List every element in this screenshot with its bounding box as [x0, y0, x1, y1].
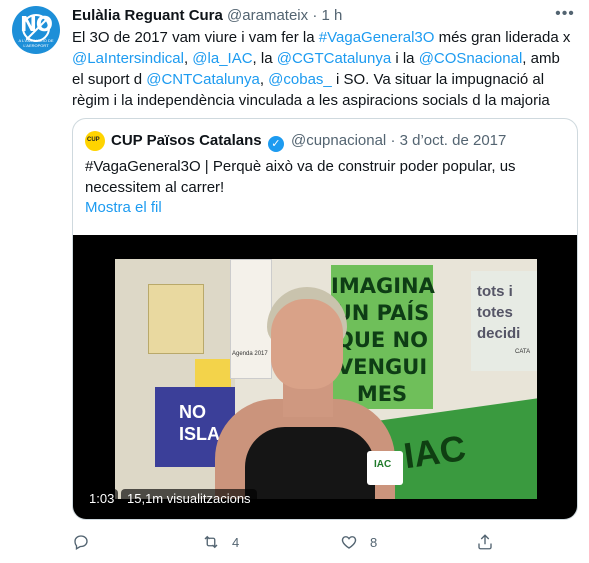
right-sign-small-text: CATA	[515, 349, 531, 355]
iac-banner-text: IAC	[401, 427, 469, 477]
tweet-link[interactable]: @CGTCatalunya	[277, 50, 391, 67]
wall-calendar	[230, 259, 272, 379]
quoted-tweet-text: #VagaGeneral3O | Perquè això va de const…	[85, 158, 516, 196]
reply-icon	[74, 535, 88, 550]
tweet-link[interactable]: #VagaGeneral3O	[319, 29, 435, 46]
wall-poster	[148, 284, 204, 354]
quoted-avatar-text: CUP	[87, 137, 100, 143]
author-handle[interactable]: @aramateix	[227, 7, 308, 24]
tweet-header: Eulàlia Reguant Cura @aramateix · 1 h	[72, 7, 342, 24]
tweet-text-segment: ,	[259, 71, 269, 88]
tweet-text-segment: i la	[391, 50, 419, 67]
tweet-time[interactable]: 1 h	[321, 7, 342, 24]
video-views: 15,1m visualitzacions	[121, 489, 257, 508]
tweet-text-segment: més gran liderada x	[434, 29, 571, 46]
retweet-count: 4	[232, 534, 240, 550]
person-face	[271, 299, 343, 389]
retweet-button[interactable]: 4	[202, 530, 239, 554]
tweet-link[interactable]: @cobas_	[268, 71, 332, 88]
quoted-author-handle: @cupnacional	[290, 132, 387, 149]
author-avatar[interactable]: NO A L'AMPLIACIÓ DE L'AEROPORT	[12, 6, 60, 54]
tweet-link[interactable]: @LaIntersindical	[72, 50, 184, 67]
quoted-tweet[interactable]: CUP CUP Països Catalans ✓ @cupnacional ·…	[72, 118, 578, 520]
person-top	[245, 427, 375, 499]
more-options-icon[interactable]: •••	[555, 6, 575, 26]
right-sign: tots i totes decidi	[471, 271, 537, 371]
tweet-text-segment: El 3O de 2017 vam viure i vam fer la	[72, 29, 319, 46]
separator-dot: ·	[390, 132, 396, 149]
share-icon	[478, 534, 492, 550]
tweet: NO A L'AMPLIACIÓ DE L'AEROPORT Eulàlia R…	[0, 0, 589, 563]
video-player[interactable]: Agenda 2017 NO ISLA IMAGINA UN PAÍS QUE …	[73, 235, 577, 519]
tweet-actions: 4 8	[72, 530, 502, 554]
separator-dot: ·	[312, 7, 318, 24]
quoted-tweet-date: 3 d’oct. de 2017	[399, 132, 507, 149]
share-button[interactable]	[476, 530, 506, 554]
tweet-link[interactable]: @CNTCatalunya	[146, 71, 260, 88]
verified-badge-icon: ✓	[267, 136, 284, 152]
iac-badge-text: IAC	[374, 459, 392, 470]
avatar-subtext: A L'AMPLIACIÓ DE L'AEROPORT	[18, 38, 54, 48]
quoted-tweet-header: CUP Països Catalans ✓ @cupnacional · 3 d…	[111, 132, 506, 152]
tweet-text: El 3O de 2017 vam viure i vam fer la #Va…	[72, 27, 572, 111]
quoted-author-avatar: CUP	[85, 131, 105, 151]
like-button[interactable]: 8	[340, 530, 377, 554]
calendar-text: Agenda 2017	[232, 351, 268, 357]
tweet-text-segment: , la	[252, 50, 277, 67]
video-frame: Agenda 2017 NO ISLA IMAGINA UN PAÍS QUE …	[115, 259, 537, 499]
reply-button[interactable]	[72, 530, 102, 554]
video-duration: 1:03	[85, 489, 119, 508]
green-sign: IMAGINA UN PAÍS QUE NO VENGUI MES	[331, 265, 435, 409]
iac-badge: IAC	[367, 451, 403, 485]
retweet-icon	[204, 535, 218, 549]
iac-banner: IAC	[378, 398, 537, 499]
heart-icon	[341, 536, 357, 549]
tweet-link[interactable]: @la_IAC	[192, 50, 252, 67]
avatar-text: NO	[20, 12, 53, 36]
show-thread-link[interactable]: Mostra el fil	[85, 199, 162, 216]
author-name[interactable]: Eulàlia Reguant Cura	[72, 7, 223, 24]
quoted-author-name: CUP Països Catalans	[111, 132, 262, 149]
like-count: 8	[370, 534, 378, 550]
tweet-link[interactable]: @COSnacional	[419, 50, 523, 67]
wall-poster-yellow	[195, 359, 231, 387]
